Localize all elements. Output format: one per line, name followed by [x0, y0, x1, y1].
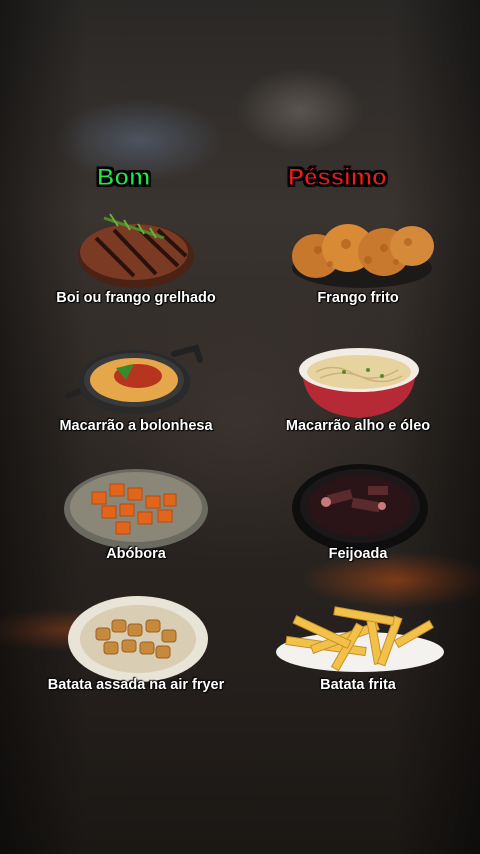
- bad-food-label-2: Macarrão alho e óleo: [285, 418, 431, 434]
- bad-food-label-3: Feijoada: [328, 546, 388, 562]
- bad-column-title: Péssimo: [288, 164, 388, 192]
- feijoada-image: [292, 464, 428, 552]
- french-fries-image: [276, 606, 444, 672]
- pumpkin-image: [64, 469, 208, 549]
- good-food-label-4: Batata assada na air fryer: [47, 677, 225, 693]
- air-fryer-potato-image: [68, 596, 208, 682]
- bad-food-label-1: Frango frito: [317, 290, 399, 306]
- spaghetti-bolognese-image: [65, 344, 203, 414]
- bad-food-label-4: Batata frita: [320, 677, 396, 693]
- good-column-title: Bom: [96, 164, 151, 192]
- grilled-steak-image: [78, 213, 194, 288]
- good-food-label-1: Boi ou frango grelhado: [56, 290, 216, 306]
- fried-chicken-image: [292, 224, 434, 288]
- good-food-label-3: Abóbora: [106, 546, 166, 562]
- good-food-label-2: Macarrão a bolonhesa: [59, 418, 213, 434]
- garlic-oil-pasta-image: [299, 348, 419, 418]
